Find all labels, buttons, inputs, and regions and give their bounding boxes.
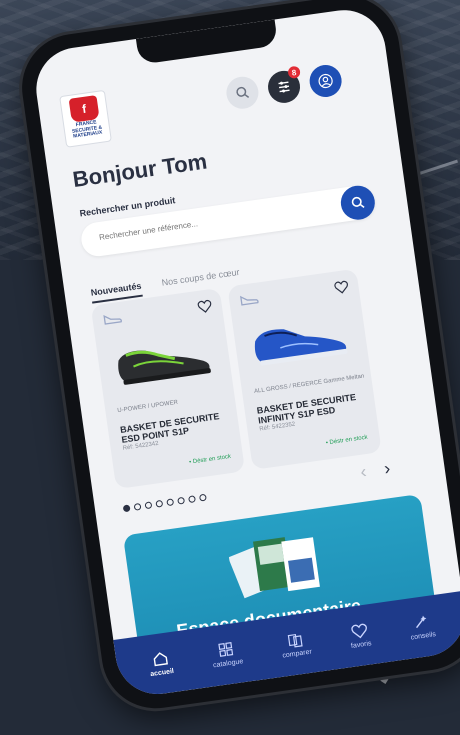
chevron-left-icon[interactable]: ‹ [359,461,368,483]
nav-label: comparer [282,648,313,660]
nav-favoris[interactable]: favoris [348,622,372,650]
tab-coups-de-coeur[interactable]: Nos coups de cœur [161,267,241,292]
heart-icon [351,623,367,638]
product-stock: • Déstr en stock [325,434,369,447]
product-image [118,350,211,385]
nav-label: favoris [350,639,372,650]
search-icon [351,196,365,209]
carousel-dot[interactable] [198,493,207,502]
phone-notch [135,19,279,65]
search-bar [79,183,378,259]
tips-icon [416,615,427,629]
product-name: BASKET DE SECURITE ESD POINT S1P [119,411,220,445]
shoe-icon [103,315,122,325]
shoe-icon [240,295,259,306]
product-image [254,329,348,366]
product-name: BASKET DE SECURITE INFINITY S1P ESD [256,391,357,426]
carousel-dot[interactable] [188,495,196,504]
heart-icon[interactable] [197,299,213,314]
carousel-dot[interactable] [133,502,142,511]
search-submit-button[interactable] [338,183,378,222]
nav-label: conseils [410,631,437,642]
product-card[interactable]: U-POWER / UPOWER BASKET DE SECURITE ESD … [90,287,246,490]
carousel-dot[interactable] [144,501,153,510]
chevron-right-icon[interactable]: › [383,458,392,480]
product-card[interactable]: ALL GROSS / REGERCE Gamme Meltan BASKET … [227,268,382,470]
carousel-dot[interactable] [122,504,131,513]
user-icon [318,73,333,89]
header-filter-button[interactable]: 8 [265,65,303,105]
brochures-image [228,537,320,599]
product-brand: U-POWER / UPOWER [117,399,179,415]
brand-logo-text: FRANCE SECURITE & MATERIAUX [71,119,103,140]
nav-label: catalogue [212,658,244,670]
nav-label: accueil [149,667,175,679]
home-icon [153,652,168,667]
filter-icon [278,81,290,93]
header-search-button[interactable] [224,74,261,111]
carousel-arrows: ‹ › [359,458,392,483]
compare-icon [287,633,303,648]
product-stock: • Déstr en stock [188,453,232,466]
nav-accueil[interactable]: accueil [147,649,174,678]
brand-logo[interactable]: f FRANCE SECURITE & MATERIAUX [59,89,112,148]
carousel-dot[interactable] [155,499,164,508]
page-title: Bonjour Tom [71,148,209,193]
carousel-dot[interactable] [166,498,175,507]
app-screen: f FRANCE SECURITE & MATERIAUX 8 Bonjour … [30,4,460,700]
header-account-button[interactable] [307,62,344,100]
catalogue-icon [218,641,234,657]
nav-comparer[interactable]: comparer [279,630,312,660]
nav-conseils[interactable]: conseils [408,612,437,642]
carousel-dot[interactable] [177,496,186,505]
heart-icon[interactable] [334,280,350,295]
nav-catalogue[interactable]: catalogue [210,639,244,669]
carousel-dots [122,493,207,513]
notification-badge: 8 [287,65,301,80]
search-icon [236,86,250,98]
